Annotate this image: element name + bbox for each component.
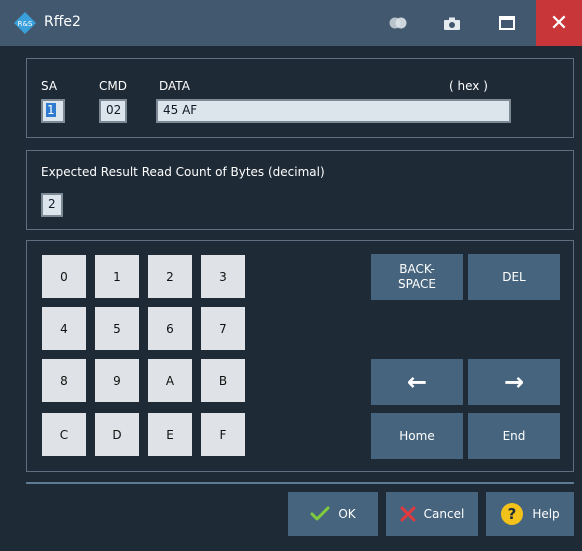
- title-bar: R&S Rffe2 ✕: [0, 0, 582, 46]
- expected-panel: Expected Result Read Count of Bytes (dec…: [26, 150, 574, 230]
- expected-label: Expected Result Read Count of Bytes (dec…: [41, 165, 325, 179]
- arrow-left-icon: ←: [406, 367, 428, 396]
- key-b[interactable]: B: [201, 359, 245, 402]
- key-a[interactable]: A: [148, 359, 192, 402]
- key-c[interactable]: C: [42, 413, 86, 456]
- key-6[interactable]: 6: [148, 307, 192, 350]
- cancel-x-icon: [400, 506, 416, 522]
- close-icon: ✕: [549, 10, 569, 36]
- cancel-button[interactable]: Cancel: [386, 492, 478, 536]
- arrow-right-icon: →: [503, 367, 525, 396]
- toggle-icon: [389, 17, 407, 29]
- key-5[interactable]: 5: [95, 307, 139, 350]
- key-f[interactable]: F: [201, 413, 245, 456]
- key-8[interactable]: 8: [42, 359, 86, 402]
- key-3[interactable]: 3: [201, 255, 245, 298]
- help-button[interactable]: ? Help: [486, 492, 574, 536]
- home-button[interactable]: Home: [371, 413, 463, 459]
- backspace-label-line2: SPACE: [397, 277, 437, 291]
- key-d[interactable]: D: [95, 413, 139, 456]
- key-e[interactable]: E: [148, 413, 192, 456]
- keypad-panel: 0 1 2 3 4 5 6 7 8 9 A B C D E F BACK- SP…: [26, 240, 574, 472]
- svg-text:?: ?: [508, 505, 517, 523]
- toggle-theme-button[interactable]: [385, 10, 411, 36]
- expected-count-field[interactable]: 2: [41, 193, 63, 217]
- app-logo-icon: R&S: [14, 12, 36, 34]
- backspace-label-line1: BACK-: [399, 262, 435, 276]
- svg-text:R&S: R&S: [18, 20, 33, 28]
- key-1[interactable]: 1: [95, 255, 139, 298]
- sa-value: 1: [46, 103, 56, 117]
- key-9[interactable]: 9: [95, 359, 139, 402]
- data-field[interactable]: 45 AF: [156, 99, 511, 123]
- checkmark-icon: [310, 506, 330, 521]
- window-title: Rffe2: [44, 14, 81, 30]
- maximize-icon: [499, 16, 515, 30]
- help-label: Help: [532, 507, 560, 521]
- home-label: Home: [399, 428, 435, 443]
- backspace-button[interactable]: BACK- SPACE: [371, 254, 463, 300]
- request-panel: SA CMD DATA ( hex ) 1 02 45 AF: [26, 58, 574, 138]
- key-2[interactable]: 2: [148, 255, 192, 298]
- delete-button[interactable]: DEL: [468, 254, 560, 300]
- hex-label: ( hex ): [449, 79, 488, 93]
- cursor-right-button[interactable]: →: [468, 359, 560, 405]
- key-4[interactable]: 4: [42, 307, 86, 350]
- cursor-left-button[interactable]: ←: [371, 359, 463, 405]
- footer-divider: [26, 482, 574, 484]
- cancel-label: Cancel: [423, 507, 465, 521]
- end-label: End: [502, 428, 526, 443]
- sa-field[interactable]: 1: [41, 99, 65, 123]
- ok-button[interactable]: OK: [288, 492, 378, 536]
- end-button[interactable]: End: [468, 413, 560, 459]
- data-label: DATA: [159, 79, 190, 93]
- cmd-label: CMD: [99, 79, 127, 93]
- delete-label: DEL: [502, 269, 526, 284]
- ok-label: OK: [338, 507, 356, 521]
- sa-label: SA: [41, 79, 58, 93]
- screenshot-button[interactable]: [439, 10, 465, 36]
- cmd-field[interactable]: 02: [99, 99, 127, 123]
- maximize-button[interactable]: [494, 10, 520, 36]
- key-0[interactable]: 0: [42, 255, 86, 298]
- close-button[interactable]: ✕: [536, 0, 582, 46]
- help-icon: ?: [501, 503, 524, 525]
- key-7[interactable]: 7: [201, 307, 245, 350]
- camera-icon: [444, 17, 460, 30]
